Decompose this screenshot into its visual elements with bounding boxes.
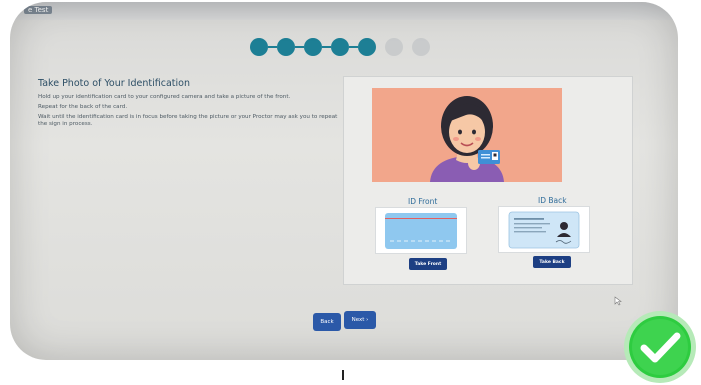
back-button[interactable]: Back <box>313 313 341 331</box>
id-back-label: ID Back <box>538 196 567 205</box>
step-3 <box>304 38 331 56</box>
step-6 <box>385 38 403 56</box>
text-cursor <box>342 370 344 380</box>
instruction-paragraph: Wait until the identification card is in… <box>38 114 338 127</box>
mouse-pointer-icon <box>614 296 622 306</box>
take-front-button[interactable]: Take Front <box>409 258 447 270</box>
id-card-back-icon <box>508 211 580 249</box>
id-front-label: ID Front <box>408 197 438 206</box>
person-holding-id-icon <box>372 88 562 182</box>
id-back-preview <box>498 206 590 253</box>
step-4 <box>331 38 358 56</box>
instructions-section: Take Photo of Your Identification Hold u… <box>38 78 338 131</box>
title-bar <box>10 2 678 20</box>
instruction-paragraph: Hold up your identification card to your… <box>38 94 291 100</box>
window-title: e Test <box>24 6 53 14</box>
progress-steps <box>250 36 430 58</box>
step-7 <box>412 38 430 56</box>
next-button[interactable]: Next › <box>344 311 376 329</box>
page-title: Take Photo of Your Identification <box>38 78 190 89</box>
id-card-front-icon <box>385 213 457 249</box>
check-circle-icon <box>624 311 696 383</box>
take-back-button[interactable]: Take Back <box>533 256 571 268</box>
step-1 <box>250 38 277 56</box>
instruction-paragraph: Repeat for the back of the card. <box>38 104 128 110</box>
id-photo-illustration <box>372 88 562 182</box>
step-5 <box>358 38 376 56</box>
id-front-preview <box>375 207 467 254</box>
step-2 <box>277 38 304 56</box>
